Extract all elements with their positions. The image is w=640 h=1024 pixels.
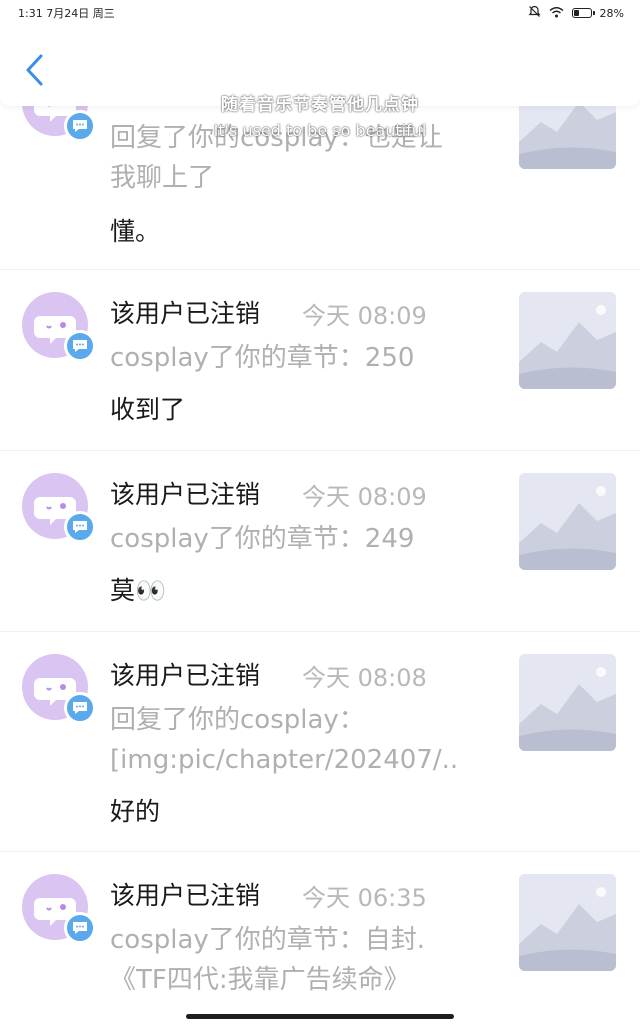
timestamp: 今天 08:08 xyxy=(302,664,427,692)
timestamp: 今天 08:09 xyxy=(302,483,427,511)
reply-text: 懂。 xyxy=(110,217,161,246)
timestamp: 今天 06:35 xyxy=(302,884,427,912)
quote-line: 《TF四代:我靠广告续命》 xyxy=(110,965,410,995)
quoted-text: 回复了你的cosplay： [img:pic/chapter/202407/.. xyxy=(110,700,490,780)
quoted-text: cosplay了你的章节：249 xyxy=(110,519,490,559)
mountain-image-icon xyxy=(519,292,616,389)
status-time: 1:31 7月24日 周三 xyxy=(18,7,115,20)
quoted-text: cosplay了你的章节：自封. 《TF四代:我靠广告续命》 xyxy=(110,920,490,1000)
battery-icon xyxy=(571,8,595,18)
quote-line: cosplay了你的章节：自封. xyxy=(110,925,426,955)
user-name[interactable]: 该用户已注销 xyxy=(110,656,260,692)
quote-line: 我聊上了 xyxy=(110,163,215,193)
quote-line: 回复了你的cosplay： xyxy=(110,705,365,735)
quoted-text: cosplay了你的章节：250 xyxy=(110,338,490,378)
list-item[interactable]: 该用户已注销 今天 08:09 cosplay了你的章节：249 莫👀 xyxy=(0,451,640,632)
message-badge-icon xyxy=(64,110,96,142)
wifi-icon xyxy=(549,6,564,21)
mute-bell-icon xyxy=(528,5,541,21)
status-icons: 28% xyxy=(528,5,624,21)
message-badge-icon xyxy=(64,511,96,543)
mountain-image-icon xyxy=(519,473,616,570)
top-header xyxy=(0,26,640,106)
message-badge-icon xyxy=(64,330,96,362)
timestamp: 今天 08:09 xyxy=(302,302,427,330)
quote-line: cosplay了你的章节：249 xyxy=(110,524,415,554)
thumbnail[interactable] xyxy=(519,292,616,389)
thumbnail[interactable] xyxy=(519,473,616,570)
thumbnail[interactable] xyxy=(519,654,616,751)
mountain-image-icon xyxy=(519,654,616,751)
quote-line: cosplay了你的章节：250 xyxy=(110,343,415,373)
quote-line: 回复了你的cosplay：也是让 xyxy=(110,123,443,153)
message-badge-icon xyxy=(64,692,96,724)
reply-text: 好的 xyxy=(110,797,161,826)
list-item[interactable]: 该用户已注销 今天 06:35 cosplay了你的章节：自封. 《TF四代:我… xyxy=(0,852,640,1024)
mountain-image-icon xyxy=(519,874,616,971)
list-item[interactable]: 该用户已注销 今天 08:08 回复了你的cosplay： [img:pic/c… xyxy=(0,632,640,852)
thumbnail[interactable] xyxy=(519,874,616,971)
list-item[interactable]: 该用户已注销 今天 08:09 cosplay了你的章节：250 收到了 xyxy=(0,270,640,451)
quote-line: [img:pic/chapter/202407/.. xyxy=(110,745,459,775)
back-button[interactable] xyxy=(18,50,50,90)
user-name[interactable]: 该用户已注销 xyxy=(110,294,260,330)
battery-percent: 28% xyxy=(599,6,624,20)
page: 回复了你的cosplay：也是让 我聊上了 懂。 该用户已注销 今天 08:09… xyxy=(0,0,640,1024)
status-bar: 1:31 7月24日 周三 28% xyxy=(0,0,640,26)
home-indicator[interactable] xyxy=(186,1014,454,1019)
reply-text: 莫👀 xyxy=(110,576,167,605)
user-name[interactable]: 该用户已注销 xyxy=(110,475,260,511)
message-badge-icon xyxy=(64,912,96,944)
chevron-left-icon xyxy=(26,54,43,86)
quoted-text: 回复了你的cosplay：也是让 我聊上了 xyxy=(110,118,490,198)
reply-text: 收到了 xyxy=(110,395,186,424)
user-name[interactable]: 该用户已注销 xyxy=(110,876,260,912)
